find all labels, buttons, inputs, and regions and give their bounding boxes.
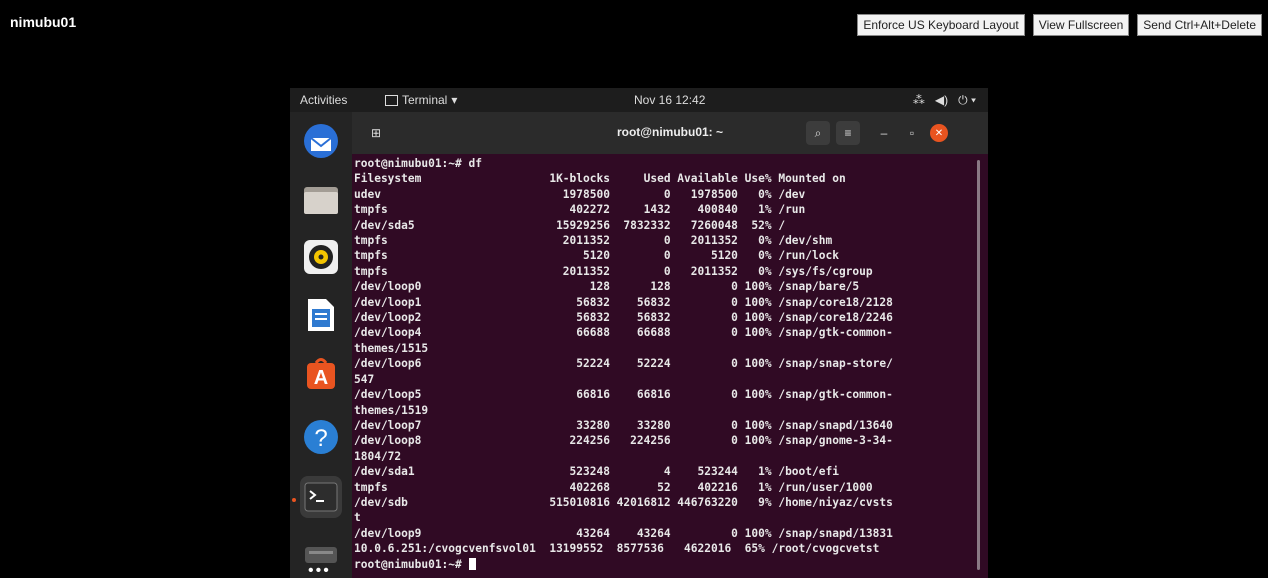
activities-button[interactable]: Activities [300, 93, 347, 107]
app-menu[interactable]: Terminal ▾ [385, 93, 457, 107]
files-icon[interactable] [300, 178, 342, 220]
terminal-line: /dev/loop4 66688 66688 0 100% /snap/gtk-… [354, 326, 893, 340]
gnome-top-bar: Activities Terminal ▾ Nov 16 12:42 ⁂ ◀) … [290, 88, 988, 112]
search-icon[interactable]: ⌕ [806, 121, 830, 145]
terminal-window[interactable]: ⊞ root@nimubu01: ~ ⌕ ≡ – ▫ ✕ root@nimubu… [352, 112, 988, 578]
remote-screen[interactable]: Activities Terminal ▾ Nov 16 12:42 ⁂ ◀) … [290, 88, 988, 578]
terminal-line: 1804/72 [354, 449, 402, 463]
df-output: root@nimubu01:~# df Filesystem 1K-blocks… [354, 157, 893, 555]
thunderbird-icon[interactable] [300, 120, 342, 162]
terminal-line: /dev/sda1 523248 4 523244 1% /boot/efi [354, 465, 839, 479]
clock[interactable]: Nov 16 12:42 [634, 93, 705, 107]
terminal-line: Filesystem 1K-blocks Used Available Use%… [354, 172, 846, 186]
terminal-line: /dev/loop9 43264 43264 0 100% /snap/snap… [354, 526, 893, 540]
terminal-line: 10.0.6.251:/cvogcvenfsvol01 13199552 857… [354, 542, 880, 556]
terminal-line: themes/1519 [354, 403, 429, 417]
remote-toolbar: Enforce US Keyboard Layout View Fullscre… [857, 14, 1262, 36]
software-store-icon[interactable]: A [300, 352, 342, 394]
system-tray[interactable]: ⁂ ◀) ⏻ ▾ [913, 93, 976, 108]
libreoffice-writer-icon[interactable] [300, 294, 342, 336]
send-ctrl-alt-delete-button[interactable]: Send Ctrl+Alt+Delete [1137, 14, 1262, 36]
terminal-line: tmpfs 402268 52 402216 1% /run/user/1000 [354, 480, 873, 494]
terminal-icon[interactable] [300, 476, 342, 518]
command-prompt: root@nimubu01:~# [354, 557, 469, 571]
terminal-line: /dev/loop0 128 128 0 100% /snap/bare/5 [354, 280, 860, 294]
terminal-line: root@nimubu01:~# df [354, 157, 482, 170]
show-applications-icon[interactable]: ••• [308, 562, 331, 578]
terminal-line: /dev/loop5 66816 66816 0 100% /snap/gtk-… [354, 388, 893, 402]
caret-down-icon: ▾ [451, 93, 458, 107]
terminal-line: tmpfs 5120 0 5120 0% /run/lock [354, 249, 839, 263]
host-name: nimubu01 [10, 14, 77, 30]
terminal-small-icon [385, 94, 398, 106]
terminal-line: /dev/loop7 33280 33280 0 100% /snap/snap… [354, 418, 893, 432]
terminal-line: /dev/sdb 515010816 42016812 446763220 9%… [354, 495, 893, 509]
network-icon: ⁂ [912, 93, 925, 107]
terminal-scrollbar[interactable] [977, 160, 980, 570]
svg-text:?: ? [314, 425, 327, 452]
terminal-titlebar[interactable]: ⊞ root@nimubu01: ~ ⌕ ≡ – ▫ ✕ [352, 112, 988, 154]
terminal-line: /dev/loop2 56832 56832 0 100% /snap/core… [354, 311, 893, 325]
volume-icon: ◀) [934, 93, 949, 107]
terminal-line: themes/1515 [354, 341, 429, 355]
rhythmbox-icon[interactable] [300, 236, 342, 278]
active-indicator [292, 498, 296, 502]
dock: A ? ••• [290, 112, 352, 578]
terminal-line: 547 [354, 372, 375, 386]
terminal-line: tmpfs 2011352 0 2011352 0% /sys/fs/cgrou… [354, 264, 873, 278]
view-fullscreen-button[interactable]: View Fullscreen [1032, 14, 1130, 36]
app-menu-label: Terminal [402, 93, 448, 107]
close-icon[interactable]: ✕ [930, 124, 948, 142]
enforce-us-keyboard-button[interactable]: Enforce US Keyboard Layout [857, 14, 1025, 36]
maximize-icon[interactable]: ▫ [900, 121, 924, 145]
text-cursor [468, 557, 476, 570]
terminal-line: tmpfs 402272 1432 400840 1% /run [354, 203, 806, 217]
power-icon: ⏻ ▾ [958, 93, 976, 107]
terminal-line: t [354, 511, 361, 525]
terminal-line: /dev/loop8 224256 224256 0 100% /snap/gn… [354, 434, 893, 448]
svg-text:A: A [314, 367, 328, 389]
menu-icon[interactable]: ≡ [836, 121, 860, 145]
help-icon[interactable]: ? [300, 416, 342, 458]
terminal-line: /dev/sda5 15929256 7832332 7260048 52% / [354, 218, 786, 232]
terminal-line: /dev/loop6 52224 52224 0 100% /snap/snap… [354, 357, 893, 371]
terminal-line: tmpfs 2011352 0 2011352 0% /dev/shm [354, 234, 833, 248]
terminal-line: udev 1978500 0 1978500 0% /dev [354, 187, 806, 201]
minimize-icon[interactable]: – [872, 121, 896, 145]
terminal-line: /dev/loop1 56832 56832 0 100% /snap/core… [354, 295, 893, 309]
terminal-output[interactable]: root@nimubu01:~# df Filesystem 1K-blocks… [354, 156, 893, 572]
